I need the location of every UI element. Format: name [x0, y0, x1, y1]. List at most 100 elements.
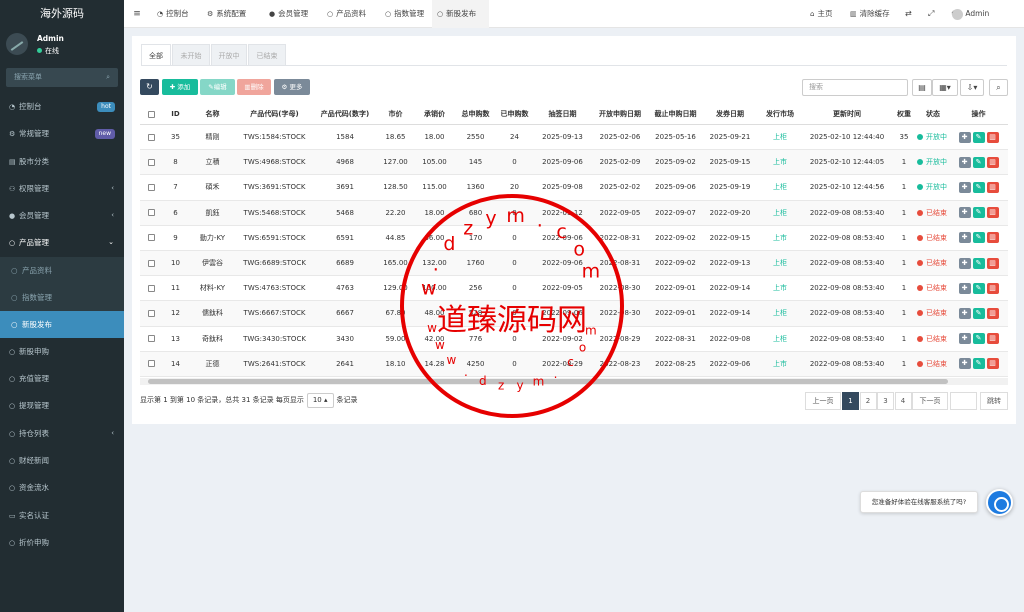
cell-market[interactable]: 上市 — [757, 226, 803, 251]
jump-page-input[interactable] — [950, 392, 977, 410]
app-logo[interactable]: 海外源码 — [0, 0, 124, 28]
fullscreen-icon[interactable]: ⤢ — [928, 0, 934, 28]
sidebar-item[interactable]: ▭ 实名认证 — [0, 502, 124, 529]
status-tab[interactable]: 开放中 — [211, 44, 247, 66]
cell-market[interactable]: 上柜 — [757, 301, 803, 326]
row-checkbox[interactable] — [140, 150, 162, 175]
row-edit-button[interactable]: ✎ — [972, 358, 985, 370]
chat-prompt[interactable]: 您准备好体验在线客服系统了吗? — [860, 491, 978, 513]
select-all-checkbox[interactable] — [140, 103, 162, 125]
next-page-button[interactable]: 下一页 — [912, 392, 948, 410]
column-header[interactable]: 截止申购日期 — [648, 103, 703, 125]
row-checkbox[interactable] — [140, 201, 162, 226]
topnav-tab[interactable]: ○ 新股发布 — [432, 0, 489, 28]
sidebar-item[interactable]: ○ 折价申购 — [0, 529, 124, 556]
sidebar-item[interactable]: ● 会员管理 ‹ — [0, 202, 124, 229]
row-more-button[interactable]: ✚ — [958, 181, 971, 193]
row-edit-button[interactable]: ✎ — [972, 307, 985, 319]
column-header[interactable]: 开放申购日期 — [592, 103, 648, 125]
table-row[interactable]: 8 立積 TWS:4968:STOCK 4968 127.00 105.00 145 0 202… — [140, 150, 1008, 176]
row-more-button[interactable]: ✚ — [958, 131, 971, 143]
row-edit-button[interactable]: ✎ — [972, 333, 985, 345]
table-row[interactable]: 10 伊雲谷 TWG:6689:STOCK 6689 165.00 132.00 1760 0… — [140, 251, 1008, 277]
table-row[interactable]: 12 儒鈦科 TWS:6667:STOCK 6667 67.80 48.00 528 0 202… — [140, 301, 1008, 327]
page-button[interactable]: 4 — [894, 392, 912, 410]
table-row[interactable]: 6 凱鈺 TWS:5468:STOCK 5468 22.20 18.00 680 0 2022-… — [140, 200, 1008, 226]
table-row[interactable]: 35 精刚 TWS:1584:STOCK 1584 18.65 18.00 2550 24 20… — [140, 125, 1008, 151]
cell-market[interactable]: 上市 — [757, 150, 803, 175]
table-search-input[interactable]: 搜索 — [802, 79, 908, 96]
language-icon[interactable]: ⇄ — [905, 0, 912, 28]
column-header[interactable]: 状态 — [917, 103, 949, 125]
row-checkbox[interactable] — [140, 125, 162, 150]
topnav-tab[interactable]: ◔ 控制台 — [152, 0, 200, 28]
cell-market[interactable]: 上柜 — [757, 251, 803, 276]
table-row[interactable]: 14 正德 TWS:2641:STOCK 2641 18.10 14.28 4250 0 202… — [140, 351, 1008, 377]
table-row[interactable]: 11 材料-KY TWS:4763:STOCK 4763 129.00 100.00 256… — [140, 276, 1008, 302]
more-button[interactable]: ⚙ 更多 — [274, 79, 310, 95]
sidebar-item[interactable]: ⚇ 权限管理 ‹ — [0, 175, 124, 202]
page-button[interactable]: 2 — [859, 392, 877, 410]
sidebar-item[interactable]: ○ 资金流水 — [0, 474, 124, 501]
table-row[interactable]: 9 動力-KY TWS:6591:STOCK 6591 44.85 36.00 170 0 20… — [140, 226, 1008, 251]
row-more-button[interactable]: ✚ — [958, 156, 971, 168]
delete-button[interactable]: ▥删除 — [237, 79, 271, 95]
row-edit-button[interactable]: ✎ — [972, 156, 985, 168]
column-header[interactable]: 已申购数 — [496, 103, 533, 125]
row-edit-button[interactable]: ✎ — [972, 282, 985, 294]
topnav-tab[interactable]: ○ 产品资料 — [322, 0, 377, 28]
table-row[interactable]: 13 奇鈦科 TWG:3430:STOCK 3430 59.00 42.00 776 0 202… — [140, 327, 1008, 352]
page-button[interactable]: 1 — [842, 392, 859, 410]
row-checkbox[interactable] — [140, 352, 162, 377]
row-more-button[interactable]: ✚ — [958, 358, 971, 370]
column-header[interactable]: 承销价 — [414, 103, 455, 125]
topnav-tab[interactable]: ● 会员管理 — [264, 0, 319, 28]
edit-button[interactable]: ✎编辑 — [200, 79, 235, 95]
column-header[interactable]: 抽签日期 — [533, 103, 592, 125]
row-more-button[interactable]: ✚ — [958, 207, 971, 219]
column-header[interactable]: 产品代码(数字) — [313, 103, 377, 125]
sidebar-item[interactable]: ○ 产品资料 — [0, 256, 124, 284]
topnav-tab[interactable]: ○ 指数管理 — [380, 0, 430, 28]
column-header[interactable]: 产品代码(字母) — [236, 103, 313, 125]
table-row[interactable]: 7 碩禾 TWS:3691:STOCK 3691 128.50 115.00 1360 20 2… — [140, 175, 1008, 201]
home-link[interactable]: ⌂ 主页 — [810, 0, 832, 28]
row-delete-button[interactable]: ▥ — [986, 307, 999, 319]
row-delete-button[interactable]: ▥ — [986, 181, 999, 193]
sidebar-item[interactable]: ○ 持仓列表 ‹ — [0, 420, 124, 447]
admin-menu[interactable]: Admin — [952, 0, 1012, 28]
status-tab[interactable]: 全部 — [141, 44, 171, 66]
row-delete-button[interactable]: ▥ — [986, 333, 999, 345]
column-header[interactable]: 发行市场 — [757, 103, 803, 125]
cell-market[interactable]: 上市 — [757, 276, 803, 301]
row-checkbox[interactable] — [140, 175, 162, 200]
column-header[interactable]: 更新时间 — [803, 103, 891, 125]
column-header[interactable]: 权重 — [891, 103, 917, 125]
cell-market[interactable]: 上柜 — [757, 175, 803, 200]
row-delete-button[interactable]: ▥ — [986, 207, 999, 219]
horizontal-scrollbar[interactable] — [140, 378, 1008, 385]
row-checkbox[interactable] — [140, 276, 162, 301]
menu-toggle-icon[interactable]: ≡ — [130, 0, 144, 28]
column-header[interactable]: ID — [162, 103, 189, 125]
sidebar-item[interactable]: ▤ 股市分类 — [0, 148, 124, 175]
topnav-tab[interactable]: ⚙ 系统配置 — [202, 0, 260, 28]
page-button[interactable]: 3 — [877, 392, 894, 410]
status-tab[interactable]: 未开始 — [172, 44, 210, 66]
row-delete-button[interactable]: ▥ — [986, 232, 999, 244]
add-button[interactable]: ✚ 添加 — [162, 79, 198, 95]
row-checkbox[interactable] — [140, 226, 162, 251]
column-header[interactable]: 总申购数 — [455, 103, 496, 125]
row-delete-button[interactable]: ▥ — [986, 156, 999, 168]
sidebar-item[interactable]: ○ 提现管理 — [0, 392, 124, 419]
chat-icon[interactable] — [986, 489, 1013, 516]
row-checkbox[interactable] — [140, 327, 162, 352]
row-more-button[interactable]: ✚ — [958, 282, 971, 294]
sidebar-item[interactable]: ○ 指数管理 — [0, 283, 124, 311]
sidebar-item[interactable]: ○ 新股申购 — [0, 338, 124, 365]
sidebar-item[interactable]: ○ 充值管理 — [0, 365, 124, 392]
row-checkbox[interactable] — [140, 301, 162, 326]
sidebar-item[interactable]: ◔ 控制台 hot — [0, 93, 124, 120]
row-checkbox[interactable] — [140, 251, 162, 276]
row-edit-button[interactable]: ✎ — [972, 232, 985, 244]
